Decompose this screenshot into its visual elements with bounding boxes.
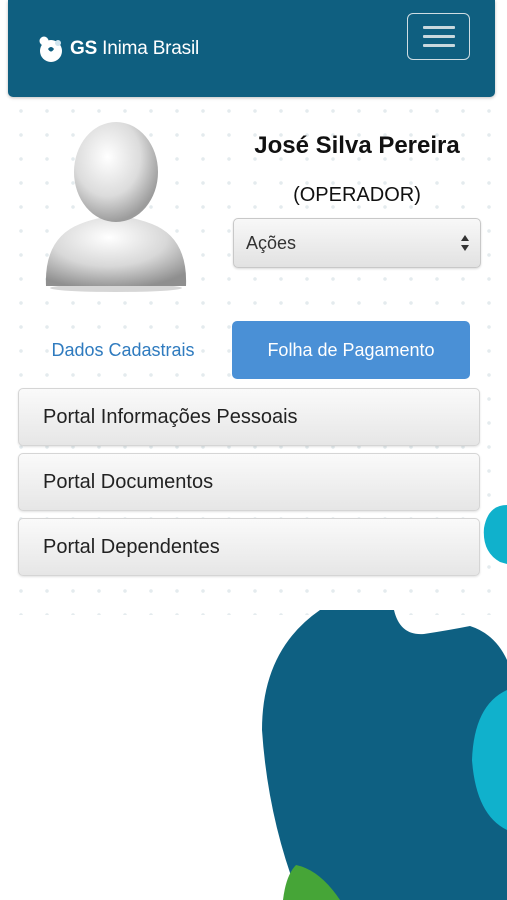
portal-item-label: Portal Documentos: [43, 471, 214, 493]
cyan-shape-large: [472, 690, 507, 830]
logo-text: GS Inima Brasil: [70, 38, 199, 60]
select-updown-arrow-icon: [461, 235, 469, 251]
green-shape: [283, 865, 340, 900]
tab-dados-cadastrais[interactable]: Dados Cadastrais: [20, 321, 226, 379]
tab-folha-de-pagamento[interactable]: Folha de Pagamento: [232, 321, 470, 379]
user-name: José Silva Pereira: [254, 132, 460, 159]
hamburger-menu-icon-bar: [422, 26, 455, 29]
company-logo[interactable]: GS Inima Brasil: [36, 34, 199, 64]
top-navbar: GS Inima Brasil: [8, 0, 495, 97]
logo-text-bold: GS: [70, 38, 98, 59]
portal-item-label: Portal Dependentes: [43, 536, 220, 558]
dark-blue-shape: [262, 610, 507, 900]
hamburger-menu-icon-bar: [422, 44, 455, 47]
portal-informacoes-pessoais-button[interactable]: Portal Informações Pessoais: [18, 388, 480, 446]
actions-select[interactable]: Ações: [233, 218, 481, 268]
logo-drop-icon: [39, 36, 62, 62]
hamburger-menu-button[interactable]: [407, 13, 470, 60]
user-role: (OPERADOR): [293, 184, 421, 206]
hamburger-menu-icon-bar: [422, 35, 455, 38]
actions-select-value: Ações: [246, 233, 297, 253]
portal-documentos-button[interactable]: Portal Documentos: [18, 453, 480, 511]
portal-item-label: Portal Informações Pessoais: [43, 406, 298, 428]
portal-dependentes-button[interactable]: Portal Dependentes: [18, 518, 480, 576]
logo-text-rest: Inima Brasil: [102, 38, 200, 59]
user-avatar-icon: [45, 122, 187, 292]
